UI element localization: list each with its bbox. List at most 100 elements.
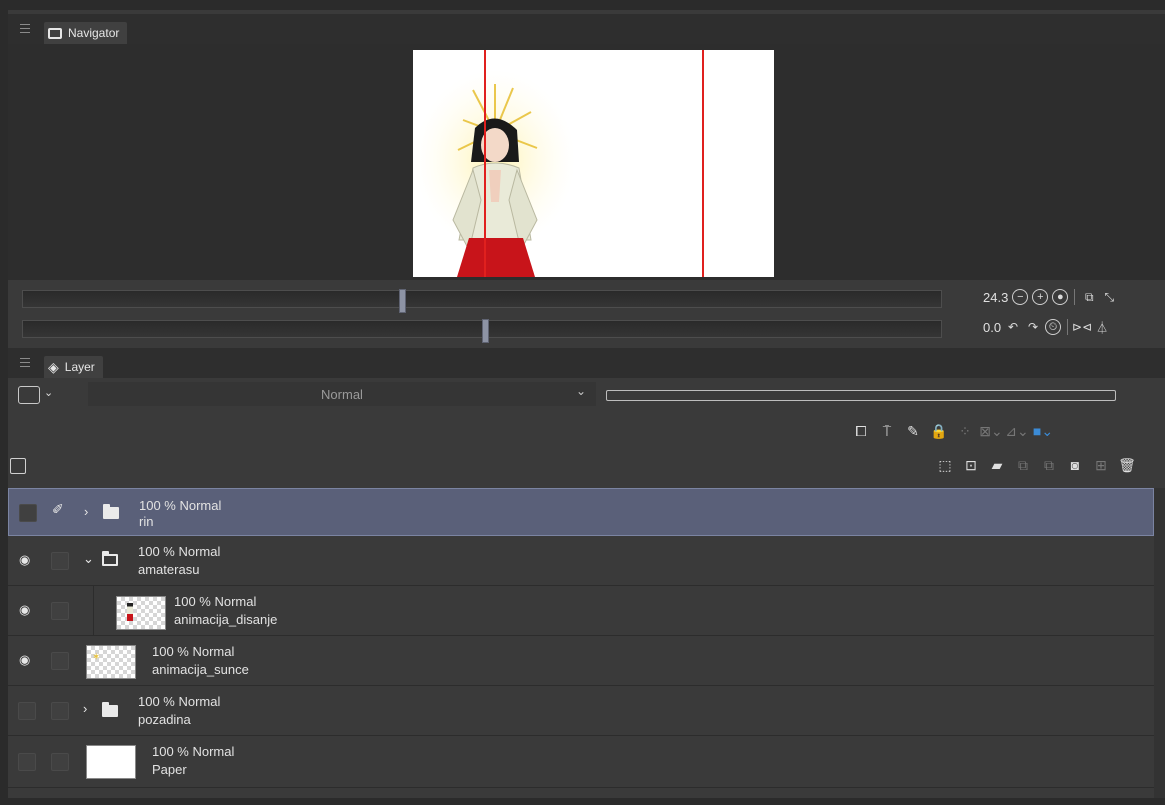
layer-name: pozadina bbox=[138, 712, 191, 727]
navigator-tab-label: Navigator bbox=[68, 26, 120, 40]
folder-icon bbox=[102, 702, 118, 717]
lock-icon[interactable]: 🔒 bbox=[930, 422, 948, 440]
sun-thumbnail-icon: ✶ bbox=[92, 652, 101, 663]
edit-target-toggle[interactable] bbox=[51, 702, 69, 720]
guide-line-left[interactable] bbox=[484, 50, 486, 277]
blend-mode-value: Normal bbox=[321, 386, 363, 402]
rotate-value: 0.0 bbox=[983, 319, 1002, 335]
draft-layer-icon[interactable]: ✎ bbox=[904, 422, 922, 440]
layer-opacity-mode: 100 % Normal bbox=[174, 594, 257, 609]
layer-name: animacija_disanje bbox=[174, 612, 278, 627]
eye-icon[interactable]: ◉ bbox=[19, 552, 30, 568]
layer-opacity-mode: 100 % Normal bbox=[139, 498, 222, 513]
visibility-toggle[interactable] bbox=[18, 702, 36, 720]
flip-vertical-icon[interactable]: ⏃ bbox=[1094, 319, 1110, 335]
layer-opacity-mode: 100 % Normal bbox=[138, 694, 221, 709]
zoom-value: 24.3 bbox=[983, 289, 1009, 305]
layer-property-icon[interactable] bbox=[10, 458, 26, 474]
tab-navigator[interactable]: Navigator bbox=[44, 22, 128, 44]
edit-target-toggle[interactable] bbox=[51, 552, 69, 570]
visibility-toggle[interactable] bbox=[18, 753, 36, 771]
rotate-slider[interactable] bbox=[22, 319, 942, 343]
combine-with-layer-below-icon[interactable]: ⧉ bbox=[1040, 456, 1058, 474]
layer-thumbnail bbox=[86, 745, 136, 779]
create-layer-mask-icon[interactable]: ◙ bbox=[1066, 456, 1084, 474]
chevron-right-icon[interactable]: › bbox=[83, 701, 87, 716]
reference-layer-icon[interactable]: ⍑ bbox=[878, 422, 896, 440]
window-top-edge bbox=[0, 0, 1165, 10]
guide-line-right[interactable] bbox=[702, 50, 704, 277]
fit-to-screen-icon[interactable]: ⧉ bbox=[1081, 289, 1097, 305]
chevron-down-icon[interactable]: ⌄ bbox=[83, 551, 94, 567]
edit-target-toggle[interactable] bbox=[51, 753, 69, 771]
fit-zoom-icon[interactable]: ● bbox=[1052, 289, 1069, 305]
layer-row-pozadina[interactable]: › 100 % Normal pozadina bbox=[8, 686, 1154, 736]
panel-menu-icon[interactable] bbox=[20, 24, 30, 36]
layer-action-tools: ⬚ ⊡ ▰ ⧉ ⧉ ◙ ⊞ 🗑 bbox=[936, 456, 1136, 474]
visibility-toggle[interactable] bbox=[19, 504, 37, 522]
separator bbox=[1074, 289, 1076, 305]
chevron-down-icon: ⌄ bbox=[575, 384, 586, 398]
eye-icon[interactable]: ◉ bbox=[19, 652, 30, 668]
panel-menu-icon[interactable] bbox=[20, 358, 30, 370]
left-edge bbox=[0, 0, 8, 805]
new-vector-layer-icon[interactable]: ⊡ bbox=[962, 456, 980, 474]
transfer-to-lower-layer-icon[interactable]: ⧉ bbox=[1014, 456, 1032, 474]
new-raster-layer-icon[interactable]: ⬚ bbox=[936, 456, 954, 474]
navigator-controls: 24.3 − + ● ⧉ ⤡ 0.0 ↶ ↷ ⏲ ⊳⊲ ⏃ bbox=[8, 280, 1165, 346]
rotate-left-icon[interactable]: ↶ bbox=[1005, 319, 1021, 335]
actual-size-icon[interactable]: ⤡ bbox=[1101, 289, 1117, 305]
opacity-slider[interactable] bbox=[606, 390, 1116, 401]
zoom-controls: 24.3 − + ● ⧉ ⤡ bbox=[983, 289, 1117, 305]
layer-name: animacija_sunce bbox=[152, 662, 249, 677]
separator bbox=[1067, 319, 1069, 335]
layers-icon: ◈ bbox=[48, 358, 59, 375]
zoom-in-icon[interactable]: + bbox=[1032, 289, 1049, 305]
chevron-right-icon[interactable]: › bbox=[84, 504, 88, 519]
flip-horizontal-icon[interactable]: ⊳⊲ bbox=[1072, 319, 1092, 335]
new-folder-icon[interactable]: ▰ bbox=[988, 456, 1006, 474]
layer-name: rin bbox=[139, 514, 154, 529]
character-illustration bbox=[415, 70, 575, 277]
mask-enable-icon[interactable]: ⊠⌄ bbox=[979, 422, 1002, 440]
layer-thumbnail bbox=[116, 596, 166, 630]
canvas-preview[interactable] bbox=[413, 50, 774, 277]
pen-edit-icon[interactable]: ✐ bbox=[52, 501, 64, 518]
zoom-out-icon[interactable]: − bbox=[1012, 289, 1029, 305]
edit-target-toggle[interactable] bbox=[51, 602, 69, 620]
ruler-enable-icon[interactable]: ⊿⌄ bbox=[1005, 422, 1028, 440]
layer-list: ✐ › 100 % Normal rin ◉ ⌄ 100 % Normal am… bbox=[8, 488, 1154, 798]
clip-to-layer-below-icon[interactable]: ⧠ bbox=[852, 422, 870, 440]
layer-row-animacija-sunce[interactable]: ◉ ✶ 100 % Normal animacija_sunce bbox=[8, 636, 1154, 686]
blend-mode-select[interactable]: Normal ⌄ bbox=[88, 382, 596, 406]
chevron-down-icon[interactable]: ⌄ bbox=[44, 386, 53, 399]
layer-tab-label: Layer bbox=[64, 360, 95, 374]
lock-transparency-icon[interactable]: ⁘ bbox=[956, 422, 974, 440]
layer-list-scrollbar[interactable] bbox=[1154, 488, 1165, 798]
character-thumbnail-icon bbox=[127, 603, 133, 621]
navigator-panel-header: Navigator bbox=[8, 14, 1165, 44]
layer-thumbnail: ✶ bbox=[86, 645, 136, 679]
delete-layer-icon[interactable]: 🗑 bbox=[1118, 456, 1136, 474]
layer-color-mode-box[interactable] bbox=[18, 386, 40, 404]
tab-layer[interactable]: ◈ Layer bbox=[44, 356, 103, 378]
layer-panel-header: ◈ Layer bbox=[8, 348, 1165, 378]
zoom-slider[interactable] bbox=[22, 289, 942, 313]
reset-rotation-icon[interactable]: ⏲ bbox=[1045, 319, 1062, 335]
bottom-edge bbox=[0, 798, 1165, 805]
layer-row-paper[interactable]: 100 % Normal Paper bbox=[8, 736, 1154, 788]
layer-color-icon[interactable]: ■⌄ bbox=[1033, 422, 1053, 440]
layer-row-rin[interactable]: ✐ › 100 % Normal rin bbox=[8, 488, 1154, 536]
layer-toolbar: ⌄ Normal ⌄ ⧠ ⍑ ✎ 🔒 ⁘ ⊠⌄ ⊿⌄ ■⌄ ⬚ ⊡ ▰ ⧉ ⧉ … bbox=[8, 378, 1165, 486]
zoom-slider-thumb[interactable] bbox=[399, 289, 406, 313]
eye-icon[interactable]: ◉ bbox=[19, 602, 30, 618]
apply-mask-icon[interactable]: ⊞ bbox=[1092, 456, 1110, 474]
rotate-slider-thumb[interactable] bbox=[482, 319, 489, 343]
layer-opacity-mode: 100 % Normal bbox=[152, 644, 235, 659]
layer-row-amaterasu[interactable]: ◉ ⌄ 100 % Normal amaterasu bbox=[8, 536, 1154, 586]
layer-row-animacija-disanje[interactable]: ◉ 100 % Normal animacija_disanje bbox=[8, 586, 1154, 636]
layer-lock-tools: ⧠ ⍑ ✎ 🔒 ⁘ ⊠⌄ ⊿⌄ ■⌄ bbox=[852, 422, 1053, 440]
edit-target-toggle[interactable] bbox=[51, 652, 69, 670]
layer-opacity-mode: 100 % Normal bbox=[138, 544, 221, 559]
rotate-right-icon[interactable]: ↷ bbox=[1025, 319, 1041, 335]
